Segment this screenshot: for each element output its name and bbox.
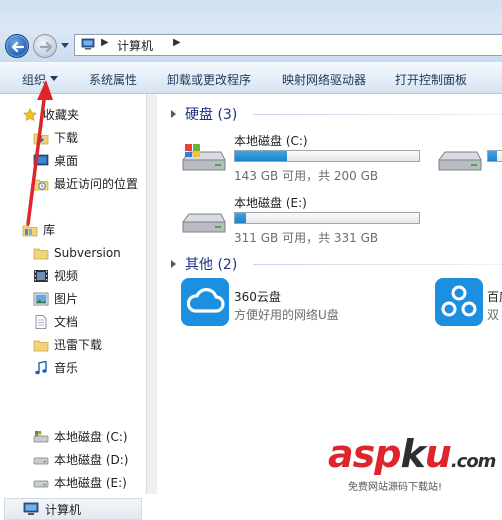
nav-computer[interactable]: 计算机 [4, 498, 142, 520]
forward-button[interactable] [33, 34, 57, 58]
site-watermark: aspku.com 免费网站源码下载站! [318, 432, 502, 494]
drive-c-info: 143 GB 可用，共 200 GB [234, 169, 379, 183]
drive-c-usage-bar [234, 150, 420, 162]
group-divider [253, 264, 502, 265]
group-divider [253, 114, 502, 115]
other-group-header[interactable]: 其他 (2) [185, 254, 237, 274]
navigation-scrollbar[interactable] [146, 94, 157, 494]
drive-e-usage-bar [234, 212, 420, 224]
document-icon [35, 315, 47, 329]
hard-drive-icon [33, 457, 49, 465]
picture-icon [33, 292, 49, 306]
organize-dropdown-icon[interactable] [50, 76, 58, 81]
breadcrumb-chevron-icon[interactable]: ▶ [173, 37, 181, 48]
watermark-logo: aspku.com [328, 432, 496, 476]
recent-places-icon [33, 179, 49, 191]
drive-partial-usage-fill [488, 151, 497, 161]
history-dropdown-icon[interactable] [61, 43, 69, 49]
system-drive-icon[interactable] [179, 140, 227, 178]
drive-partial-usage-bar [487, 150, 502, 162]
system-drive-icon [33, 431, 49, 443]
hard-disks-group-header[interactable]: 硬盘 (3) [185, 104, 237, 124]
cloud-drive-360-icon[interactable] [181, 278, 229, 326]
arrow-left-icon [11, 41, 25, 53]
system-properties-button[interactable]: 系统属性 [89, 71, 137, 88]
baidu-cloud-desc: 双 [487, 308, 500, 322]
folder-icon [33, 248, 49, 260]
drive-c-name[interactable]: 本地磁盘 (C:) [234, 132, 308, 149]
drive-c-usage-fill [235, 151, 288, 161]
collapse-arrow-icon[interactable] [171, 260, 176, 268]
watermark-subtitle: 免费网站源码下载站! [348, 482, 443, 493]
download-folder-icon [33, 133, 49, 145]
drive-e-usage-fill [235, 213, 247, 223]
command-bar: 组织 系统属性 卸载或更改程序 映射网络驱动器 打开控制面板 [0, 62, 502, 94]
music-note-icon [35, 361, 47, 375]
folder-icon [33, 340, 49, 352]
breadcrumb-chevron-icon[interactable]: ▶ [101, 37, 109, 48]
cloud-360-name[interactable]: 360云盘 [234, 288, 281, 305]
drive-e-info: 311 GB 可用，共 331 GB [234, 231, 379, 245]
computer-icon [81, 38, 95, 50]
breadcrumb-computer[interactable]: 计算机 [117, 37, 153, 54]
drive-e-name[interactable]: 本地磁盘 (E:) [234, 194, 307, 211]
back-button[interactable] [5, 34, 29, 58]
desktop-icon [33, 154, 49, 166]
hard-drive-icon[interactable] [179, 206, 227, 244]
hard-drive-icon [33, 480, 49, 488]
organize-button[interactable]: 组织 [22, 71, 46, 88]
uninstall-program-button[interactable]: 卸载或更改程序 [167, 71, 251, 88]
computer-icon [23, 502, 39, 515]
open-control-panel-button[interactable]: 打开控制面板 [395, 71, 467, 88]
arrow-right-icon [39, 41, 53, 53]
navigation-pane: 收藏夹 下载 桌面 最近访问的位置 库 Subversion 视频 图片 文档 … [0, 94, 146, 520]
cloud-360-desc: 方便好用的网络U盘 [234, 308, 339, 322]
address-bar[interactable]: ▶ 计算机 ▶ [74, 34, 502, 56]
hard-drive-icon[interactable] [435, 144, 483, 182]
baidu-cloud-name[interactable]: 百度 [487, 288, 502, 305]
window-titlebar: ▶ 计算机 ▶ [0, 0, 502, 62]
star-icon [23, 108, 37, 121]
map-network-drive-button[interactable]: 映射网络驱动器 [282, 71, 366, 88]
video-icon [34, 270, 48, 282]
baidu-cloud-icon[interactable] [435, 278, 483, 326]
library-icon [22, 225, 38, 237]
collapse-arrow-icon[interactable] [171, 110, 176, 118]
